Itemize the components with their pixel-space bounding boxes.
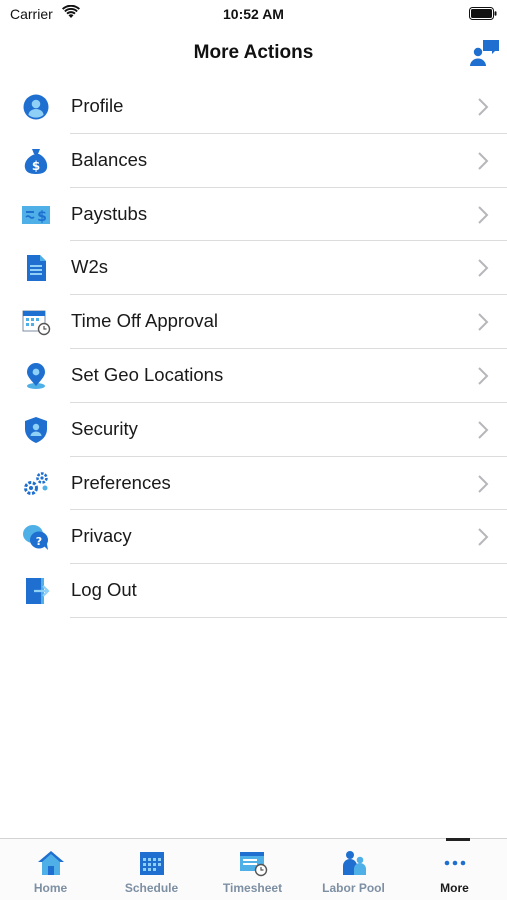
chevron-right-icon bbox=[478, 367, 489, 385]
list-item-label: Profile bbox=[71, 95, 124, 116]
money-bag-icon: $ bbox=[24, 148, 48, 174]
list-item-time-off-approval[interactable]: Time Off Approval bbox=[0, 295, 507, 349]
location-pin-icon bbox=[27, 362, 45, 389]
list-item-w2s[interactable]: W2s bbox=[0, 241, 507, 296]
list-item-set-geo-locations[interactable]: Set Geo Locations bbox=[0, 349, 507, 403]
battery-icon bbox=[469, 7, 497, 20]
tab-home[interactable]: Home bbox=[0, 839, 101, 900]
svg-text:?: ? bbox=[36, 535, 42, 548]
tab-schedule[interactable]: Schedule bbox=[101, 839, 202, 900]
list-item-security[interactable]: Security bbox=[0, 403, 507, 457]
list-item-log-out[interactable]: Log Out bbox=[0, 564, 507, 618]
privacy-question-icon: ? bbox=[23, 525, 48, 551]
support-chat-icon[interactable] bbox=[469, 38, 501, 68]
page-title: More Actions bbox=[193, 42, 314, 63]
tab-timesheet[interactable]: Timesheet bbox=[202, 839, 303, 900]
chevron-right-icon bbox=[478, 98, 489, 116]
clock-time: 10:52 AM bbox=[223, 6, 284, 22]
list-item-paystubs[interactable]: $ Paystubs bbox=[0, 188, 507, 242]
tab-label: Home bbox=[33, 881, 68, 895]
timesheet-icon bbox=[240, 852, 268, 877]
chevron-right-icon bbox=[478, 474, 489, 493]
list-item-label: Time Off Approval bbox=[71, 310, 219, 332]
list-item-balances[interactable]: $ Balances bbox=[0, 134, 507, 188]
chevron-right-icon bbox=[478, 259, 489, 278]
tab-label: Schedule bbox=[124, 881, 179, 895]
nav-bar: More Actions bbox=[0, 28, 507, 80]
list-item-profile[interactable]: Profile bbox=[0, 80, 507, 134]
paystub-icon: $ bbox=[22, 205, 50, 225]
calendar-clock-icon bbox=[22, 310, 51, 336]
gears-icon bbox=[24, 471, 48, 495]
tab-label: Timesheet bbox=[222, 881, 283, 895]
divider bbox=[70, 616, 507, 618]
list-item-label: Paystubs bbox=[71, 202, 148, 224]
tab-label: Labor Pool bbox=[322, 881, 385, 895]
svg-text:$: $ bbox=[32, 159, 40, 173]
chevron-right-icon bbox=[478, 421, 489, 439]
chevron-right-icon bbox=[478, 528, 489, 547]
list-item-privacy[interactable]: ? Privacy bbox=[0, 510, 507, 565]
actions-list: Profile $ Balances $ Paystubs W2s Time O… bbox=[0, 80, 507, 618]
list-item-label: Balances bbox=[71, 148, 148, 170]
list-item-label: Privacy bbox=[71, 525, 132, 547]
document-icon bbox=[27, 255, 46, 282]
tab-labor-pool[interactable]: Labor Pool bbox=[303, 839, 404, 900]
shield-icon bbox=[25, 416, 47, 443]
list-item-label: Preferences bbox=[71, 471, 171, 493]
calendar-icon bbox=[140, 852, 164, 875]
tab-label: More bbox=[440, 881, 469, 895]
chevron-right-icon bbox=[478, 152, 489, 170]
list-item-label: Security bbox=[71, 417, 138, 439]
more-dots-icon bbox=[444, 860, 466, 866]
active-tab-indicator bbox=[446, 838, 470, 841]
list-item-label: Set Geo Locations bbox=[71, 363, 224, 385]
list-item-label: W2s bbox=[71, 256, 108, 278]
home-icon bbox=[38, 851, 64, 875]
svg-text:$: $ bbox=[37, 209, 47, 225]
tab-bar: Home Schedule Timesheet Labor Pool More bbox=[0, 838, 507, 900]
status-bar: Carrier 10:52 AM bbox=[0, 0, 507, 28]
tab-more[interactable]: More bbox=[404, 838, 505, 900]
list-item-label: Log Out bbox=[71, 579, 137, 601]
profile-icon bbox=[23, 94, 49, 120]
people-icon bbox=[343, 851, 366, 875]
log-out-icon bbox=[26, 578, 50, 605]
list-item-preferences[interactable]: Preferences bbox=[0, 457, 507, 511]
chevron-right-icon bbox=[478, 313, 489, 331]
chevron-right-icon bbox=[478, 205, 489, 224]
